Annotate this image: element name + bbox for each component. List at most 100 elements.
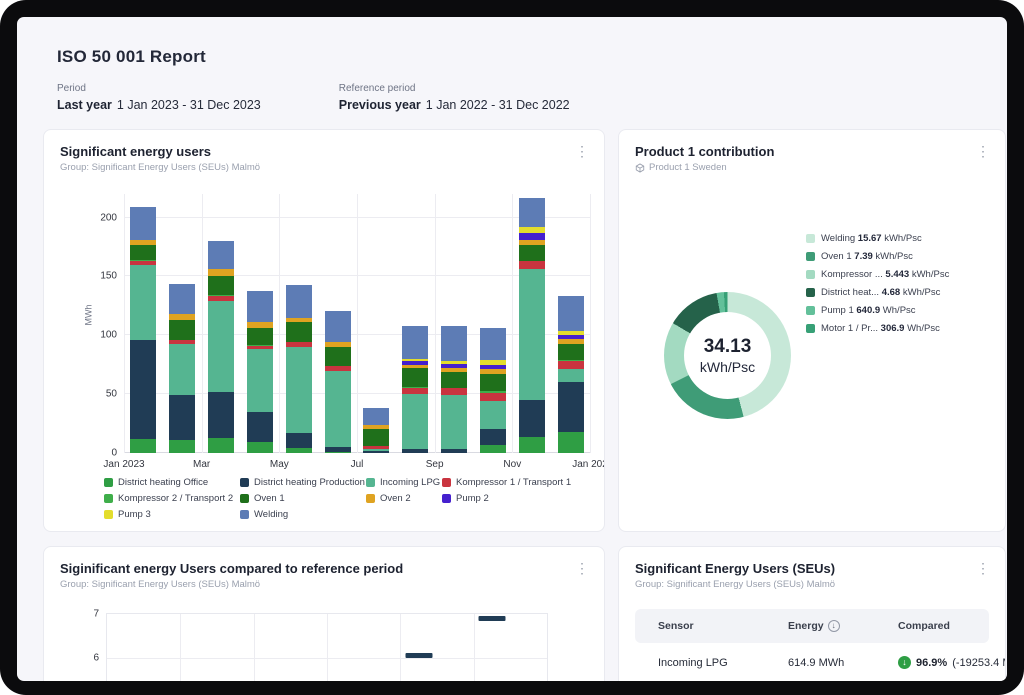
bar-segment[interactable]	[558, 382, 584, 431]
bar-segment[interactable]	[169, 440, 195, 453]
bar-segment[interactable]	[208, 269, 234, 276]
bar-dec[interactable]	[558, 296, 584, 453]
bar-segment[interactable]	[325, 371, 351, 448]
bar-segment[interactable]	[325, 347, 351, 366]
column-header-sensor[interactable]: Sensor	[658, 620, 788, 632]
bar-segment[interactable]	[519, 261, 545, 269]
bar-segment[interactable]	[247, 291, 273, 323]
bar-segment[interactable]	[208, 392, 234, 438]
bar-segment[interactable]	[208, 241, 234, 269]
bar-segment[interactable]	[480, 374, 506, 390]
kebab-menu-icon[interactable]: ⋮	[975, 561, 991, 575]
bar-segment[interactable]	[441, 372, 467, 388]
bar-segment[interactable]	[480, 401, 506, 429]
bar-segment[interactable]	[169, 320, 195, 340]
bar-sep[interactable]	[441, 326, 467, 453]
bar-segment[interactable]	[286, 347, 312, 433]
bar-segment[interactable]	[558, 296, 584, 330]
bar-segment[interactable]	[130, 245, 156, 260]
data-point-dash[interactable]	[479, 616, 506, 621]
bar-may[interactable]	[286, 285, 312, 453]
legend-item[interactable]: Pump 1 640.9 Wh/Psc	[806, 305, 949, 316]
bar-segment[interactable]	[247, 442, 273, 453]
bar-segment[interactable]	[325, 311, 351, 343]
bar-segment[interactable]	[519, 437, 545, 453]
legend-item[interactable]: Welding 15.67 kWh/Psc	[806, 233, 949, 244]
bar-jan[interactable]	[130, 207, 156, 453]
legend-item[interactable]: Welding	[240, 509, 360, 520]
legend-item[interactable]: Oven 1 7.39 kWh/Psc	[806, 251, 949, 262]
bar-jul[interactable]	[363, 408, 389, 453]
bar-segment[interactable]	[363, 429, 389, 445]
bar-segment[interactable]	[286, 433, 312, 448]
column-header-compared[interactable]: Compared	[898, 620, 989, 632]
bar-segment[interactable]	[363, 408, 389, 424]
bar-segment[interactable]	[558, 369, 584, 382]
bar-segment[interactable]	[169, 284, 195, 315]
bar-segment[interactable]	[208, 276, 234, 295]
legend-item[interactable]: Motor 1 / Pr... 306.9 Wh/Psc	[806, 323, 949, 334]
legend-item[interactable]: Kompressor 1 / Transport 1	[442, 477, 571, 488]
kebab-menu-icon[interactable]: ⋮	[975, 144, 991, 158]
bar-segment[interactable]	[480, 393, 506, 401]
bar-segment[interactable]	[402, 368, 428, 387]
legend-item[interactable]: Pump 3	[104, 509, 234, 520]
bar-segment[interactable]	[480, 429, 506, 444]
bar-segment[interactable]	[519, 233, 545, 240]
bar-segment[interactable]	[441, 326, 467, 361]
legend-item[interactable]: Pump 2	[442, 493, 571, 504]
bar-feb[interactable]	[169, 284, 195, 453]
bar-segment[interactable]	[519, 198, 545, 227]
bar-segment[interactable]	[441, 449, 467, 453]
bar-segment[interactable]	[519, 269, 545, 400]
bar-segment[interactable]	[169, 395, 195, 440]
bar-segment[interactable]	[441, 388, 467, 395]
bar-segment[interactable]	[519, 400, 545, 436]
legend-item[interactable]: District heat... 4.68 kWh/Psc	[806, 287, 949, 298]
bar-segment[interactable]	[247, 412, 273, 443]
bar-segment[interactable]	[363, 451, 389, 453]
bar-segment[interactable]	[558, 432, 584, 453]
bar-segment[interactable]	[208, 301, 234, 392]
legend-item[interactable]: District heating Production	[240, 477, 360, 488]
bar-segment[interactable]	[402, 394, 428, 449]
bar-segment[interactable]	[247, 328, 273, 344]
donut-chart[interactable]: 34.13 kWh/Psc	[664, 292, 791, 419]
bar-segment[interactable]	[247, 349, 273, 411]
bar-segment[interactable]	[286, 448, 312, 453]
bar-segment[interactable]	[130, 439, 156, 453]
legend-item[interactable]: Oven 1	[240, 493, 360, 504]
bar-segment[interactable]	[441, 395, 467, 449]
legend-item[interactable]: District heating Office	[104, 477, 234, 488]
kebab-menu-icon[interactable]: ⋮	[574, 561, 590, 575]
bar-segment[interactable]	[519, 245, 545, 261]
sort-descending-icon[interactable]: ↓	[828, 620, 840, 632]
bar-segment[interactable]	[130, 265, 156, 340]
bar-oct[interactable]	[480, 328, 506, 453]
bar-apr[interactable]	[247, 291, 273, 453]
bar-segment[interactable]	[208, 438, 234, 453]
legend-item[interactable]: Oven 2	[366, 493, 436, 504]
bar-segment[interactable]	[558, 344, 584, 360]
bar-jun[interactable]	[325, 311, 351, 453]
bar-nov[interactable]	[519, 198, 545, 453]
legend-item[interactable]: Kompressor ... 5.443 kWh/Psc	[806, 269, 949, 280]
kebab-menu-icon[interactable]: ⋮	[574, 144, 590, 158]
table-row[interactable]: Incoming LPG614.9 MWh↓96.9%(-19253.4 MWh…	[635, 643, 989, 681]
bar-aug[interactable]	[402, 326, 428, 453]
bar-segment[interactable]	[402, 326, 428, 359]
legend-item[interactable]: Incoming LPG	[366, 477, 436, 488]
bar-segment[interactable]	[325, 452, 351, 453]
bar-mar[interactable]	[208, 241, 234, 453]
bar-segment[interactable]	[286, 322, 312, 342]
bar-segment[interactable]	[130, 207, 156, 240]
bar-segment[interactable]	[480, 445, 506, 453]
bar-segment[interactable]	[558, 361, 584, 369]
bar-segment[interactable]	[169, 344, 195, 396]
bar-segment[interactable]	[402, 449, 428, 453]
data-point-dash[interactable]	[405, 653, 432, 658]
bar-segment[interactable]	[286, 285, 312, 318]
legend-item[interactable]: Kompressor 2 / Transport 2	[104, 493, 234, 504]
bar-segment[interactable]	[130, 340, 156, 439]
column-header-energy[interactable]: Energy ↓	[788, 620, 898, 632]
